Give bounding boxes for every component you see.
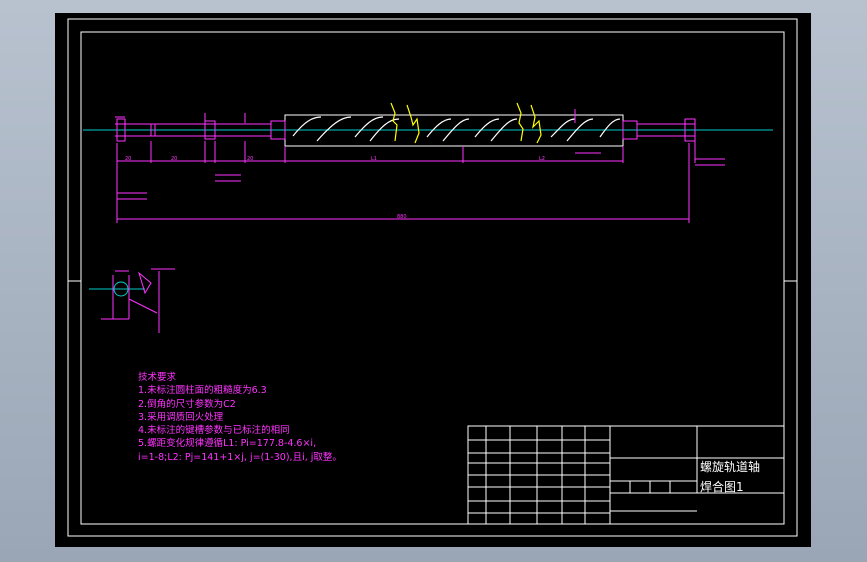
drawing-svg: 20 20 20 L1 L2 880 <box>67 18 798 537</box>
tech-item-4: 4.未标注的键槽参数与已标注的相同 <box>138 425 290 437</box>
dim-l2: L2 <box>539 156 545 162</box>
cad-window: 20 20 20 L1 L2 880 技术要求 1.未标注圆柱面的粗糙度为6.3… <box>0 0 867 562</box>
dimension-lines <box>115 109 725 223</box>
dim-segment-c: 20 <box>247 156 253 162</box>
dim-segment-a: 20 <box>171 156 177 162</box>
tech-item-3: 3.采用调质回火处理 <box>138 411 224 423</box>
tech-item-5: 5.螺距变化规律遵循L1: Pi=177.8-4.6×i, <box>138 438 317 450</box>
spiral-grooves <box>292 116 621 142</box>
dim-l1: L1 <box>371 156 377 162</box>
drawing-sheet: 20 20 20 L1 L2 880 技术要求 1.未标注圆柱面的粗糙度为6.3… <box>55 13 811 547</box>
technical-requirements: 技术要求 1.未标注圆柱面的粗糙度为6.3 2.倒角的尺寸参数为C2 3.采用调… <box>138 371 342 464</box>
drawing-title-line2: 焊合图1 <box>700 480 744 494</box>
dim-segment-b: 20 <box>125 156 131 162</box>
dimension-labels: 20 20 20 L1 L2 880 <box>125 156 545 220</box>
tech-title: 技术要求 <box>138 372 177 383</box>
section-detail <box>89 268 175 333</box>
break-lines <box>390 102 542 144</box>
tech-item-1: 1.未标注圆柱面的粗糙度为6.3 <box>138 385 267 397</box>
tech-item-6: i=1-8;L2: Pj=141+1×j, j=(1-30),且i, j取整。 <box>138 451 342 463</box>
dim-overall: 880 <box>397 214 407 220</box>
title-block <box>467 425 785 525</box>
drawing-title-line1: 螺旋轨道轴 <box>700 460 761 474</box>
tech-item-2: 2.倒角的尺寸参数为C2 <box>138 398 236 410</box>
